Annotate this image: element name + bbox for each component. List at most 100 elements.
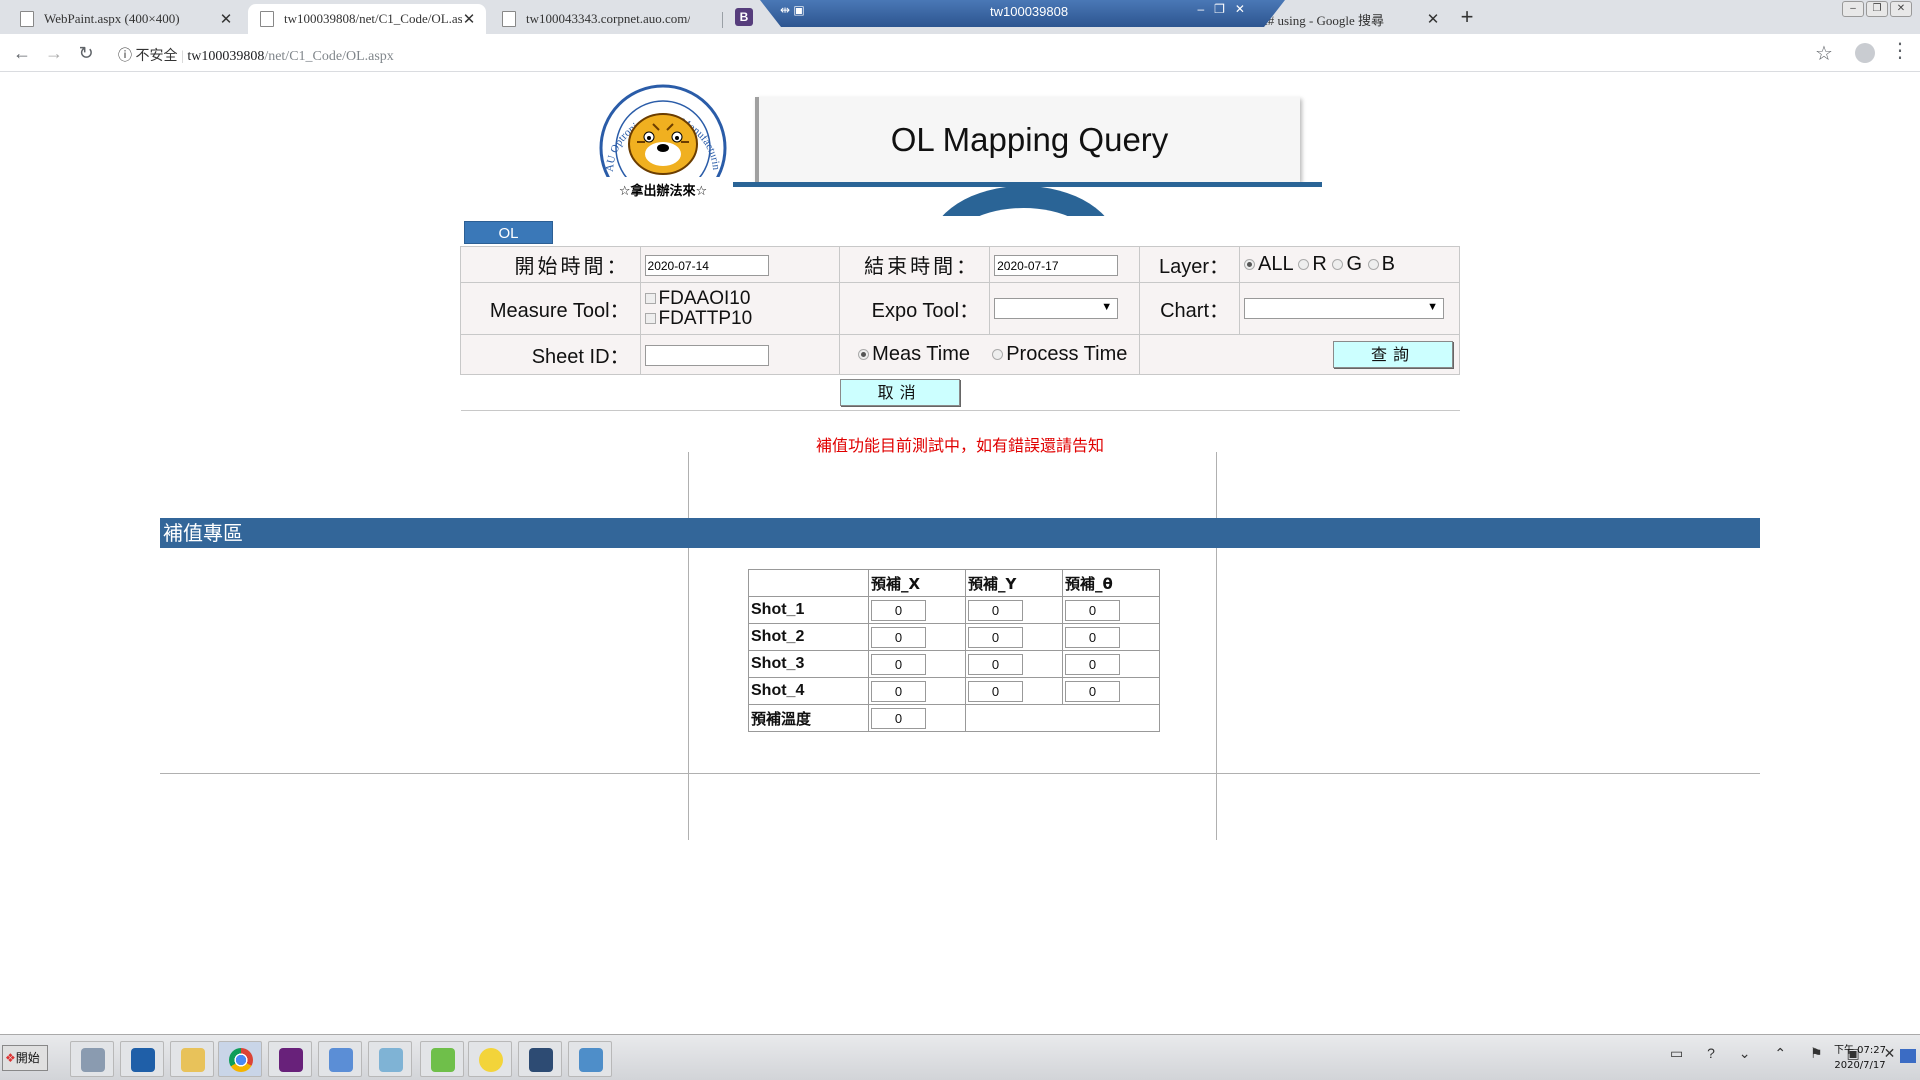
restore-button[interactable]: ❐ [1866, 1, 1888, 17]
layer-radio-b[interactable]: B [1367, 253, 1395, 275]
chrome-icon [229, 1048, 253, 1072]
close-icon[interactable]: ✕ [219, 10, 233, 29]
forward-icon[interactable]: → [42, 42, 66, 64]
show-desktop-button[interactable] [1900, 1049, 1916, 1063]
pin-icon[interactable]: ⇹ ▣ [780, 3, 805, 17]
shot3-y-input[interactable]: 0 [968, 653, 1023, 675]
tab-ol[interactable]: OL [464, 221, 553, 244]
info-icon[interactable]: ⓘ [118, 49, 132, 64]
remote-desktop-icon [579, 1048, 603, 1072]
taskbar-app-chrome[interactable] [218, 1041, 262, 1077]
close-icon[interactable]: ✕ [462, 10, 476, 29]
layer-label: Layer： [1139, 246, 1241, 283]
temp-input[interactable]: 0 [871, 707, 926, 729]
close-window-button[interactable]: ✕ [1890, 1, 1912, 17]
window-controls: – ❐ ✕ [1842, 1, 1912, 17]
dropdown-arrow-icon: ▼ [1101, 301, 1113, 314]
table-header-theta: 預補_θ [1062, 569, 1160, 597]
checkbox-icon [644, 312, 656, 324]
new-tab-button[interactable]: + [1455, 4, 1479, 30]
time-type-radio-group: Meas Time Process Time [839, 334, 1141, 375]
taskbar-app-remote[interactable] [568, 1041, 612, 1077]
layer-radio-all[interactable]: ALL [1244, 253, 1293, 275]
shot3-theta-input[interactable]: 0 [1065, 653, 1120, 675]
taskbar-app-editor[interactable] [420, 1041, 464, 1077]
tab-title: tw100039808/net/C1_Code/OL.aspx [284, 11, 462, 26]
sql-icon [529, 1048, 553, 1072]
taskbar-clock[interactable]: 下午 07:27 2020/7/17 [1830, 1043, 1890, 1073]
bootstrap-icon[interactable]: B [735, 8, 753, 26]
shot2-theta-input[interactable]: 0 [1065, 626, 1120, 648]
shot1-theta-input[interactable]: 0 [1065, 599, 1120, 621]
shot4-x-input[interactable]: 0 [871, 680, 926, 702]
table-row: Shot_2 0 0 0 [748, 623, 1160, 651]
tab-title: c# using - Google 搜尋 [1262, 12, 1385, 28]
shot2-x-input[interactable]: 0 [871, 626, 926, 648]
tab-separator [722, 12, 723, 28]
layer-radio-r[interactable]: R [1298, 253, 1327, 275]
time-option-process: Process Time [1006, 343, 1128, 365]
chart-label: Chart： [1139, 282, 1241, 335]
temp-label: 預補溫度 [748, 704, 869, 732]
end-time-cell [989, 246, 1141, 283]
bookmark-star-icon[interactable]: ☆ [1815, 41, 1833, 66]
shot1-y-input[interactable]: 0 [968, 599, 1023, 621]
clock-date: 2020/7/17 [1834, 1060, 1886, 1071]
address-bar[interactable]: ⓘ 不安全 | tw100039808/net/C1_Code/OL.aspx [118, 45, 394, 65]
taskbar-app-powershell[interactable] [120, 1041, 164, 1077]
taskbar-app-tool[interactable] [368, 1041, 412, 1077]
layer-option-r: R [1312, 253, 1327, 275]
layer-option-g: G [1346, 253, 1362, 275]
layer-option-all: ALL [1258, 253, 1293, 275]
start-time-input[interactable] [644, 255, 769, 277]
remote-desktop-bar[interactable]: ⇹ ▣ tw100039808 –❐✕ [760, 0, 1285, 27]
expo-tool-select[interactable]: ▼ [994, 298, 1119, 320]
browser-tab-google[interactable]: c# using - Google 搜尋 ✕ [1250, 4, 1450, 34]
checkbox-icon [644, 292, 656, 304]
section-header-compensation: 補值專區 [160, 518, 1760, 548]
notice-text: 補值功能目前測試中，如有錯誤還請告知 [815, 436, 1104, 455]
shot1-x-input[interactable]: 0 [871, 599, 926, 621]
remote-session-title: tw100039808 [990, 4, 1069, 19]
row-label: Shot_3 [748, 650, 869, 678]
taskbar-app-sql[interactable] [518, 1041, 562, 1077]
browser-tab-l7b[interactable]: tw100043343.corpnet.auo.com/L7B/ [490, 4, 700, 34]
chart-select[interactable]: ▼ [1244, 298, 1445, 320]
start-label: 開始 [15, 1051, 40, 1065]
tool-icon [379, 1048, 403, 1072]
start-button[interactable]: ❖開始 [2, 1045, 48, 1071]
row-label: Shot_2 [748, 623, 869, 651]
taskbar-app-visual-studio[interactable] [268, 1041, 312, 1077]
menu-dots-icon[interactable]: ⋮ [1890, 41, 1910, 61]
shot4-theta-input[interactable]: 0 [1065, 680, 1120, 702]
shot4-y-input[interactable]: 0 [968, 680, 1023, 702]
query-button[interactable]: 查詢 [1333, 341, 1453, 368]
cancel-button[interactable]: 取消 [839, 379, 960, 406]
minimize-button[interactable]: – [1842, 1, 1864, 17]
taskbar-app-network[interactable] [318, 1041, 362, 1077]
taskbar-app-computer[interactable] [70, 1041, 114, 1077]
sheet-id-cell [639, 334, 841, 375]
time-radio-meas[interactable]: Meas Time [858, 343, 970, 365]
remote-window-controls[interactable]: –❐✕ [1198, 2, 1256, 16]
measure-tool-checkbox-2[interactable]: FDATTP10 [644, 308, 836, 329]
sheet-id-input[interactable] [644, 345, 769, 367]
reload-icon[interactable]: ↻ [74, 42, 98, 64]
end-time-input[interactable] [994, 255, 1119, 277]
layer-radio-g[interactable]: G [1332, 253, 1362, 275]
expo-tool-label: Expo Tool： [839, 282, 991, 335]
taskbar-app-explorer[interactable] [170, 1041, 214, 1077]
shot3-x-input[interactable]: 0 [871, 653, 926, 675]
sheet-id-label: Sheet ID： [460, 334, 641, 375]
profile-avatar-icon[interactable] [1855, 43, 1875, 63]
time-radio-process[interactable]: Process Time [992, 343, 1127, 365]
browser-tab-ol-aspx[interactable]: tw100039808/net/C1_Code/OL.aspx ✕ [248, 4, 486, 34]
folder-icon [181, 1048, 205, 1072]
expo-tool-cell: ▼ [989, 282, 1141, 335]
browser-tab-webpaint[interactable]: WebPaint.aspx (400×400) ✕ [8, 4, 243, 34]
back-icon[interactable]: ← [10, 42, 34, 64]
measure-tool-checkbox-1[interactable]: FDAAOI10 [644, 288, 836, 309]
close-icon[interactable]: ✕ [1426, 10, 1440, 29]
taskbar-app-notes[interactable] [468, 1041, 512, 1077]
shot2-y-input[interactable]: 0 [968, 626, 1023, 648]
